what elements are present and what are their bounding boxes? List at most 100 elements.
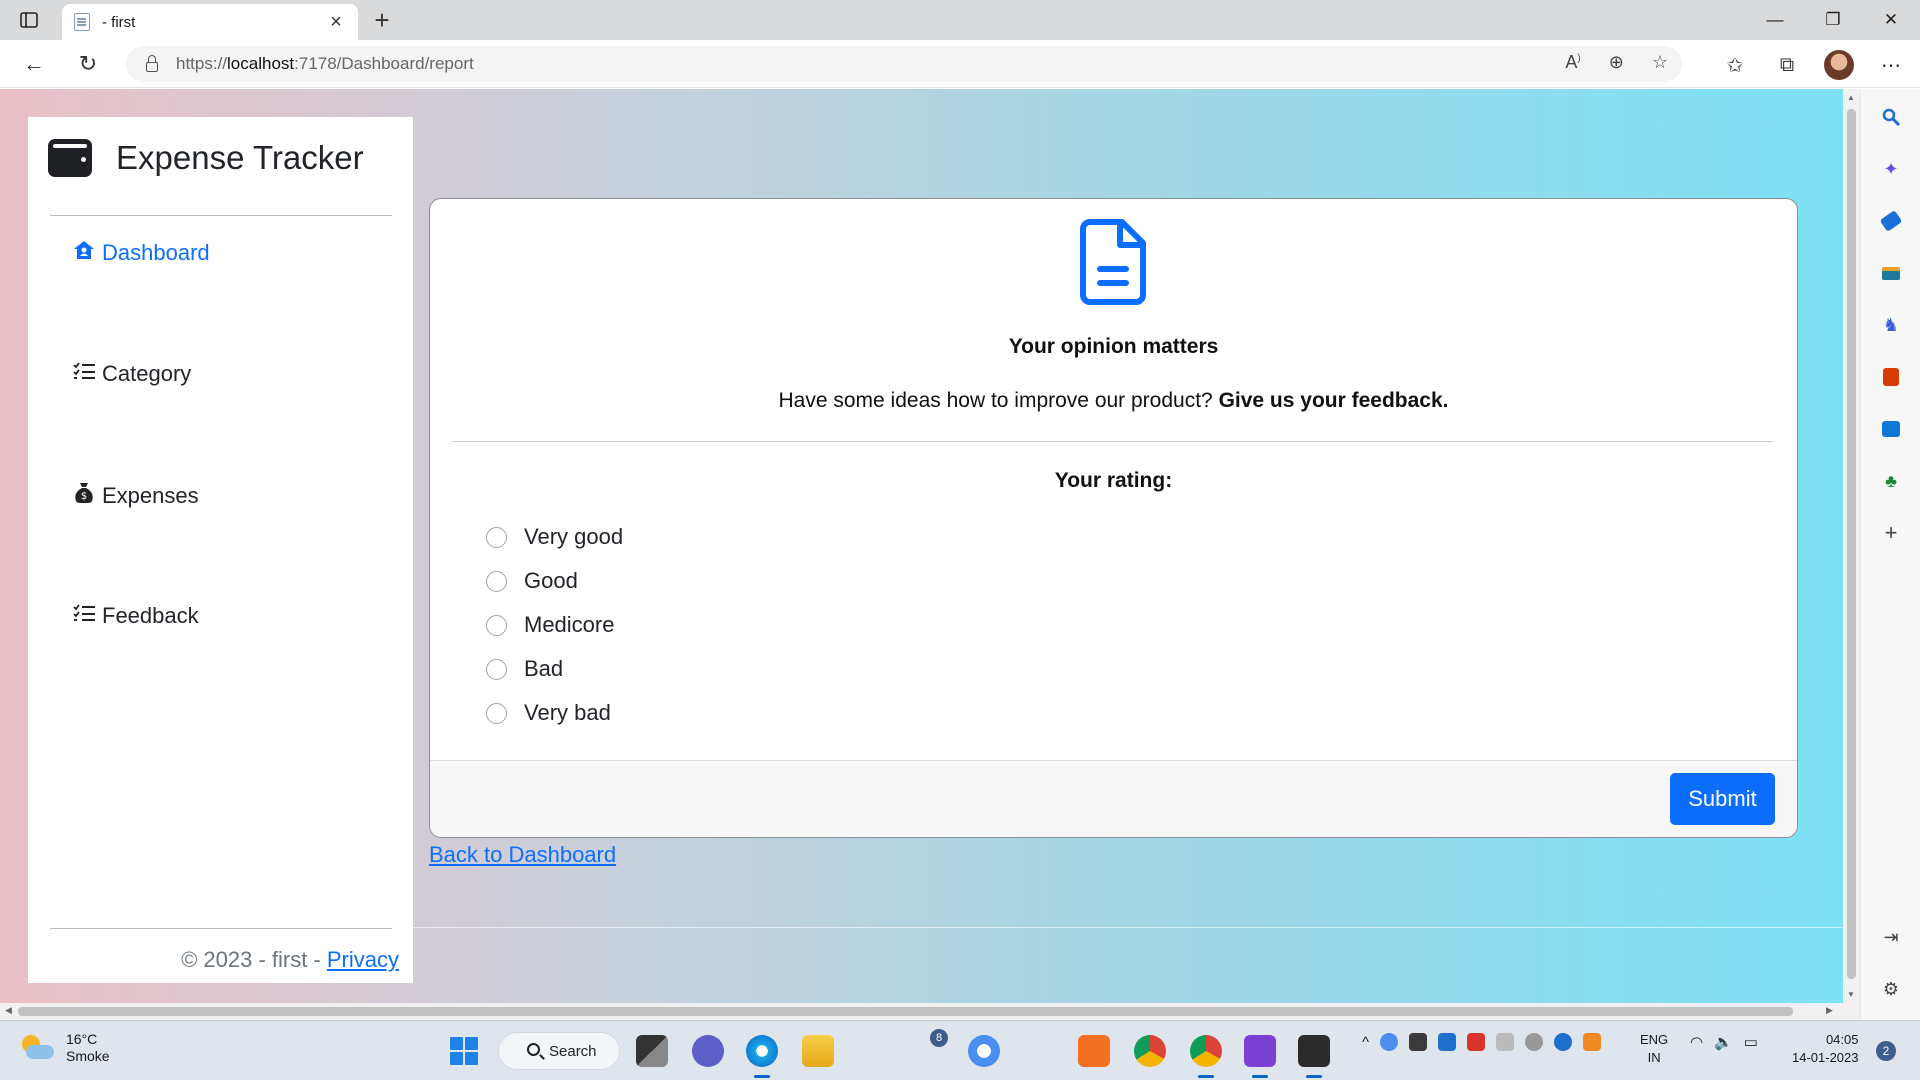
battery-icon: ▭	[1743, 1034, 1758, 1051]
radio-button[interactable]	[486, 570, 507, 592]
chrome-profile-icon[interactable]	[1190, 1035, 1222, 1078]
taskbar-search[interactable]: Search	[498, 1032, 620, 1070]
language-indicator[interactable]: ENG IN	[1640, 1031, 1668, 1067]
read-aloud-icon[interactable]: A)	[1565, 52, 1580, 73]
tray-app-icon[interactable]	[1583, 1033, 1602, 1051]
edge-browser-icon[interactable]	[746, 1035, 778, 1078]
tray-app-icon[interactable]	[1380, 1033, 1399, 1051]
tray-app-icon[interactable]	[1496, 1033, 1515, 1051]
visual-studio-icon[interactable]	[1244, 1035, 1276, 1078]
nvidia-icon[interactable]	[1409, 1033, 1428, 1051]
chevron-up-icon[interactable]: ^	[1362, 1034, 1369, 1051]
sidebar-item-dashboard[interactable]: Dashboard	[72, 240, 210, 266]
favorites-icon[interactable]: ✩	[1720, 50, 1750, 80]
collections-icon[interactable]: ⧉	[1772, 50, 1802, 80]
rating-option-very-good[interactable]: Very good	[486, 524, 623, 550]
weather-widget[interactable]: 16°C Smoke	[20, 1031, 110, 1065]
scrollbar-thumb[interactable]	[1847, 109, 1856, 979]
hide-sidebar-icon[interactable]: ⇥	[1879, 925, 1903, 949]
rating-option-very-bad[interactable]: Very bad	[486, 700, 611, 726]
notifications-badge[interactable]: 2	[1876, 1041, 1896, 1061]
app-circle-icon[interactable]	[968, 1035, 1000, 1067]
footer-copyright: © 2023 - first - Privacy	[181, 947, 399, 972]
start-windows-icon[interactable]	[450, 1037, 478, 1065]
notification-badge: 8	[930, 1029, 948, 1047]
chrome-icon[interactable]	[1134, 1035, 1166, 1067]
radio-button[interactable]	[486, 614, 507, 636]
tray-app-icon[interactable]	[1467, 1033, 1486, 1051]
option-label: Very bad	[524, 700, 611, 725]
rating-label: Your rating:	[1054, 469, 1173, 492]
terminal-icon[interactable]	[1298, 1035, 1330, 1078]
scroll-right-icon[interactable]: ▶	[1826, 1005, 1833, 1016]
privacy-link[interactable]: Privacy	[327, 947, 399, 972]
brand[interactable]: Expense Tracker	[48, 139, 364, 177]
bluetooth-icon[interactable]	[1554, 1033, 1573, 1051]
onedrive-icon[interactable]	[1525, 1033, 1544, 1051]
profile-avatar[interactable]	[1824, 50, 1854, 80]
tab-actions-icon[interactable]	[14, 8, 44, 32]
radio-button[interactable]	[486, 526, 507, 548]
task-view-icon[interactable]	[636, 1035, 668, 1067]
address-toolbar: ← ↻ https://localhost:7178/Dashboard/rep…	[0, 40, 1920, 88]
vertical-scrollbar[interactable]: ▲ ▼	[1843, 89, 1860, 1003]
add-favorite-icon[interactable]: ☆	[1652, 52, 1668, 73]
tools-icon[interactable]	[1879, 261, 1903, 285]
new-tab-icon[interactable]: +	[368, 6, 396, 34]
tab-title: - first	[102, 13, 136, 31]
browser-tab-active[interactable]: - first ×	[62, 4, 358, 40]
edge-sidebar: ✦ ♞ ♣ + ⇥ ⚙	[1860, 89, 1920, 1023]
option-label: Bad	[524, 656, 564, 681]
restore-icon[interactable]: ❐	[1804, 0, 1862, 40]
copilot-icon[interactable]: ✦	[1879, 157, 1903, 181]
refresh-icon[interactable]: ↻	[72, 50, 104, 78]
sidebar-item-label: Feedback	[102, 603, 199, 628]
shield-icon[interactable]	[1438, 1033, 1457, 1051]
money-bag-icon: $	[72, 482, 96, 510]
games-icon[interactable]: ♞	[1879, 313, 1903, 337]
partly-cloudy-icon	[20, 1035, 54, 1061]
wallet-icon	[48, 139, 92, 177]
teams-chat-icon[interactable]	[692, 1035, 724, 1067]
scroll-left-icon[interactable]: ◀	[5, 1005, 12, 1016]
window-close-icon[interactable]: ✕	[1862, 0, 1920, 40]
settings-gear-icon[interactable]: ⚙	[1879, 977, 1903, 1001]
more-options-icon[interactable]: ⋯	[1876, 50, 1906, 80]
lock-icon[interactable]	[146, 55, 158, 72]
wifi-icon: ◠	[1690, 1034, 1704, 1051]
sidebar-item-feedback[interactable]: Feedback	[72, 603, 199, 629]
scroll-down-icon[interactable]: ▼	[1847, 990, 1855, 999]
horizontal-scrollbar[interactable]: ◀ ▶	[0, 1003, 1860, 1020]
radio-button[interactable]	[486, 702, 507, 724]
zoom-icon[interactable]: ⊕	[1609, 52, 1624, 73]
sidebar-item-category[interactable]: Category	[72, 361, 191, 387]
sidebar-item-expenses[interactable]: $ Expenses	[72, 482, 199, 510]
xampp-icon[interactable]	[1078, 1035, 1110, 1067]
clock[interactable]: 04:05 14-01-2023	[1792, 1031, 1859, 1067]
search-icon[interactable]	[1879, 105, 1903, 129]
add-icon[interactable]: +	[1879, 520, 1903, 545]
tree-icon[interactable]: ♣	[1879, 469, 1903, 493]
outlook-icon[interactable]	[1879, 417, 1903, 441]
rating-option-bad[interactable]: Bad	[486, 656, 563, 682]
url-field[interactable]: https://localhost:7178/Dashboard/report …	[126, 46, 1682, 82]
divider	[452, 441, 1774, 442]
radio-button[interactable]	[486, 658, 507, 680]
close-tab-icon[interactable]: ×	[326, 11, 346, 34]
status-icons[interactable]: ◠ 🔈 ▭	[1690, 1033, 1758, 1051]
option-label: Medicore	[524, 612, 615, 637]
file-explorer-icon[interactable]	[802, 1035, 834, 1067]
shopping-tag-icon[interactable]	[1879, 209, 1903, 233]
office-icon[interactable]	[1879, 365, 1903, 389]
back-to-dashboard-link[interactable]: Back to Dashboard	[429, 842, 616, 868]
back-arrow-icon[interactable]: ←	[18, 50, 50, 78]
rating-option-good[interactable]: Good	[486, 568, 578, 594]
minimize-icon[interactable]: —	[1746, 0, 1804, 40]
rating-option-medicore[interactable]: Medicore	[486, 612, 614, 638]
option-label: Very good	[524, 524, 624, 549]
scroll-up-icon[interactable]: ▲	[1847, 93, 1855, 102]
speaker-muted-icon: 🔈	[1714, 1034, 1733, 1051]
option-label: Good	[524, 568, 578, 593]
scrollbar-thumb[interactable]	[18, 1007, 1793, 1016]
submit-button[interactable]: Submit	[1670, 773, 1775, 825]
